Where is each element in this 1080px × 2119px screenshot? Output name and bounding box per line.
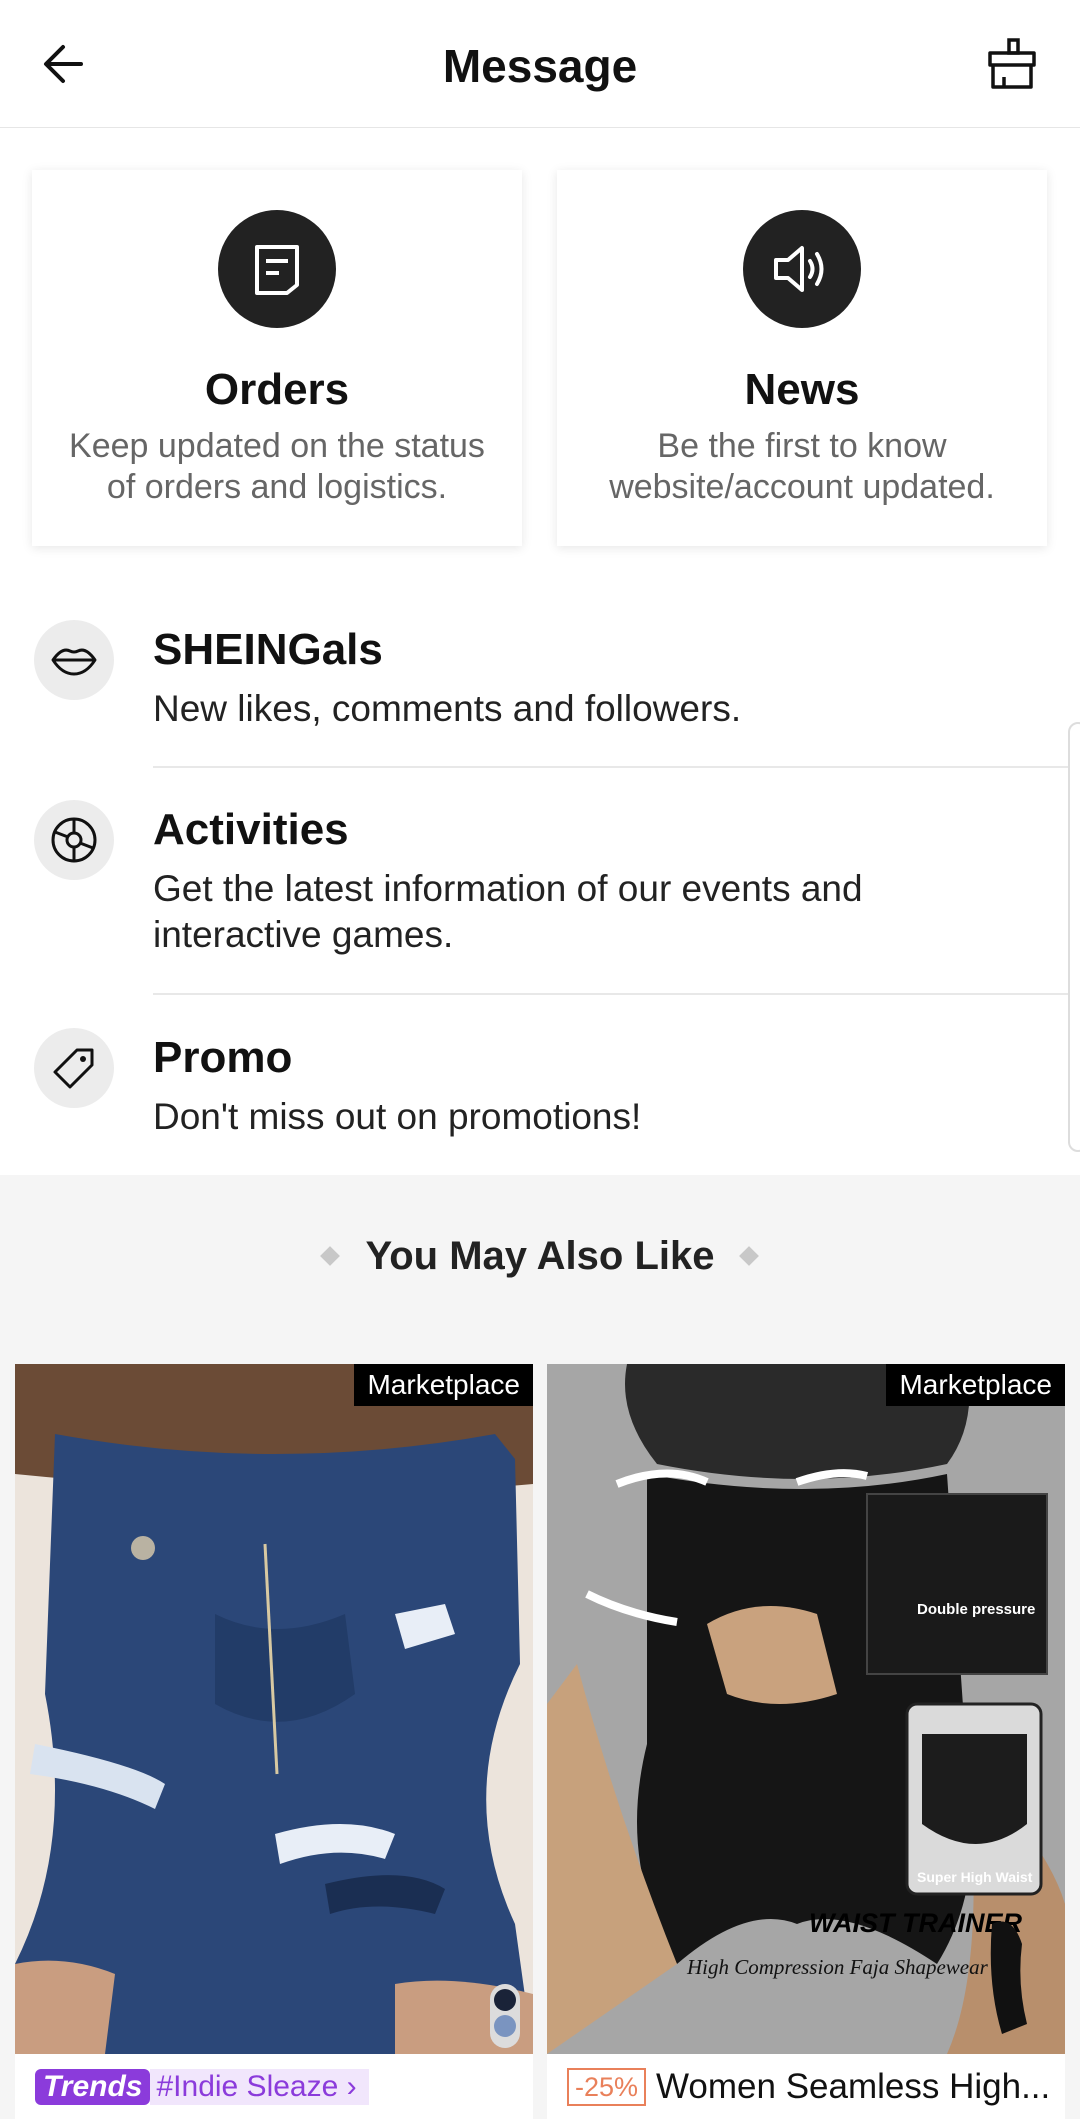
orders-icon-circle (218, 210, 336, 328)
news-description: Be the first to know website/account upd… (609, 427, 995, 506)
orders-description: Keep updated on the status of orders and… (69, 427, 485, 506)
news-icon-circle (743, 210, 861, 328)
side-drawer-handle[interactable] (1068, 722, 1080, 1152)
trend-link[interactable]: #Indie Sleaze › (150, 2068, 369, 2105)
product-image[interactable]: Marketplace (15, 1364, 533, 2054)
broom-icon (988, 38, 1036, 89)
activities-description: Get the latest information of our events… (153, 868, 863, 955)
trends-badge: Trends (35, 2068, 151, 2105)
product-image-text: Super High Waist (917, 1869, 1033, 1885)
product-info: -25% Women Seamless High... (547, 2054, 1065, 2119)
discount-badge: -25% (567, 2067, 647, 2106)
product-card[interactable]: Double pressure Super High Waist WAIST T… (547, 1364, 1065, 2119)
promo-description: Don't miss out on promotions! (153, 1096, 642, 1137)
lips-icon (34, 620, 114, 700)
promo-title: Promo (153, 1033, 293, 1082)
product-image[interactable]: Double pressure Super High Waist WAIST T… (547, 1364, 1065, 2054)
marketplace-badge: Marketplace (354, 1364, 533, 1406)
activities-icon (34, 800, 114, 880)
divider (153, 993, 1080, 995)
list-item-promo[interactable]: Promo Don't miss out on promotions! (0, 1028, 1080, 1168)
activities-title: Activities (153, 805, 349, 854)
product-image-text: WAIST TRAINER (809, 1908, 1022, 1938)
orders-title: Orders (204, 365, 350, 414)
top-bar: Message (0, 0, 1080, 128)
document-icon (255, 245, 299, 295)
orders-card[interactable]: Orders Keep updated on the status of ord… (32, 170, 522, 546)
product-info: Trends #Indie Sleaze › (15, 2054, 533, 2119)
list-item-activities[interactable]: Activities Get the latest information of… (0, 800, 1080, 990)
clear-messages-button[interactable] (980, 32, 1044, 96)
product-image-text: Double pressure (917, 1601, 1035, 1618)
divider (153, 766, 1080, 768)
product-name[interactable]: Women Seamless High... (656, 2067, 1050, 2107)
price-tag-icon (34, 1028, 114, 1108)
marketplace-badge: Marketplace (886, 1364, 1065, 1406)
sheingals-description: New likes, comments and followers. (153, 688, 742, 729)
product-image-text: High Compression Faja Shapewear (686, 1955, 989, 1979)
news-card[interactable]: News Be the first to know website/accoun… (557, 170, 1047, 546)
sheingals-title: SHEINGals (153, 625, 383, 674)
news-title: News (744, 365, 860, 414)
page-title: Message (442, 40, 638, 92)
product-card[interactable]: Marketplace Trends #Indie Sleaze › (15, 1364, 533, 2119)
speaker-icon (774, 246, 824, 292)
recommendation-title: You May Also Like (365, 1234, 715, 1278)
list-item-sheingals[interactable]: SHEINGals New likes, comments and follow… (0, 620, 1080, 770)
